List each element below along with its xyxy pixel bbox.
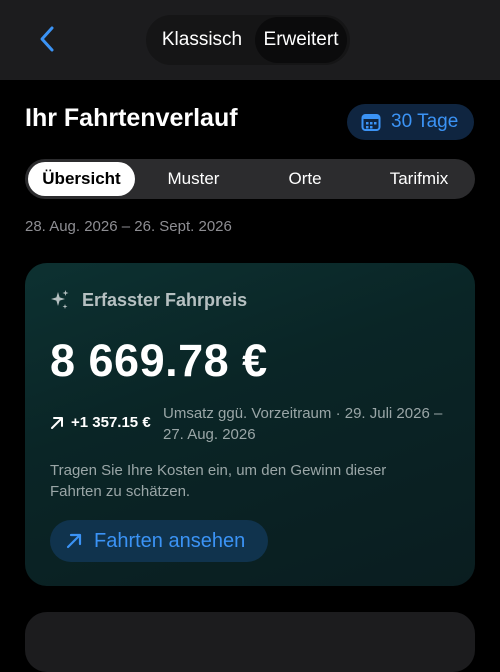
tab-uebersicht[interactable]: Übersicht [28,162,135,196]
view-trips-label: Fahrten ansehen [94,529,246,552]
chevron-left-icon [40,26,54,52]
next-card [25,612,475,672]
tab-orte[interactable]: Orte [255,159,355,199]
mode-switch: Klassisch Erweitert [146,15,350,65]
date-range-text: 28. Aug. 2026 – 26. Sept. 2026 [25,218,232,235]
back-button[interactable] [30,22,64,56]
fare-summary-card: Erfasster Fahrpreis 8 669.78 € +1 357.15… [25,263,475,586]
fare-amount: 8 669.78 € [50,335,268,386]
top-bar: Klassisch Erweitert [0,0,500,80]
fare-delta: +1 357.15 € [71,414,151,431]
card-label: Erfasster Fahrpreis [82,289,248,310]
arrow-up-right-icon [66,533,82,549]
date-range-button[interactable]: 30 Tage [347,104,474,140]
tab-muster[interactable]: Muster [141,159,246,199]
page-title: Ihr Fahrtenverlauf [25,104,238,132]
date-range-label: 30 Tage [391,111,459,132]
tab-tarifmix[interactable]: Tarifmix [365,159,473,199]
mode-option-klassisch[interactable]: Klassisch [152,15,252,65]
arrow-up-right-icon [51,417,63,429]
mode-option-erweitert[interactable]: Erweitert [255,17,347,63]
view-trips-button[interactable]: Fahrten ansehen [50,520,268,562]
cost-hint: Tragen Sie Ihre Kosten ein, um den Gewin… [50,462,387,500]
card-header: Erfasster Fahrpreis [50,289,247,311]
sparkles-icon [51,290,69,309]
calendar-icon [361,114,381,131]
tab-bar: Übersicht Muster Orte Tarifmix [25,159,475,199]
comparison-period: Umsatz ggü. Vorzeitraum · 29. Juli 2026 … [163,405,443,443]
